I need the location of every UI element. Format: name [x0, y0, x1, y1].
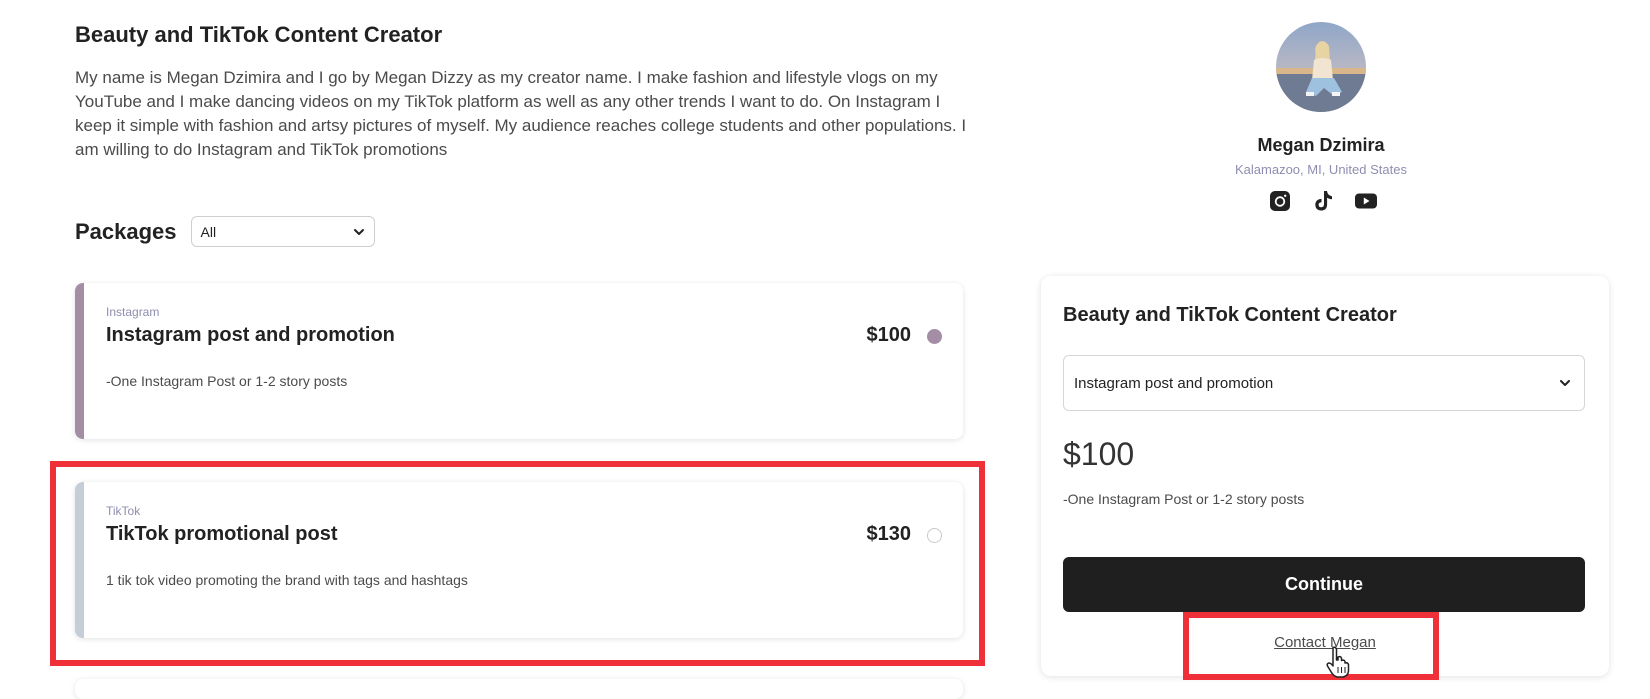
packages-heading: Packages: [75, 218, 177, 244]
package-select-value: Instagram post and promotion: [1074, 374, 1274, 392]
chevron-down-icon: [1560, 380, 1570, 386]
avatar-photo: [1276, 22, 1366, 112]
creator-name: Megan Dzimira: [1257, 135, 1385, 155]
package-card-partial[interactable]: [75, 679, 963, 699]
package-platform: TikTok: [106, 504, 141, 518]
youtube-icon[interactable]: [1354, 189, 1378, 213]
package-card-instagram[interactable]: Instagram Instagram post and promotion $…: [75, 283, 963, 439]
avatar: [1276, 22, 1366, 112]
booking-price: $100: [1063, 436, 1135, 472]
booking-title: Beauty and TikTok Content Creator: [1063, 304, 1397, 326]
package-name: Instagram post and promotion: [106, 324, 395, 346]
package-select[interactable]: Instagram post and promotion: [1063, 355, 1585, 411]
tiktok-icon[interactable]: [1311, 189, 1335, 213]
package-stripe: [75, 283, 84, 439]
creator-bio: My name is Megan Dzimira and I go by Meg…: [75, 68, 967, 159]
package-price: $130: [866, 523, 912, 545]
chevron-down-icon: [353, 228, 364, 235]
package-filter-select[interactable]: All: [190, 216, 375, 247]
continue-button[interactable]: Continue: [1063, 557, 1585, 612]
package-platform: Instagram: [106, 305, 160, 319]
booking-description: -One Instagram Post or 1-2 story posts: [1063, 491, 1305, 507]
package-radio-selected[interactable]: [927, 329, 942, 344]
package-description: -One Instagram Post or 1-2 story posts: [106, 373, 348, 389]
package-stripe: [75, 482, 84, 638]
packages-header: Packages All: [75, 216, 375, 247]
contact-creator-link[interactable]: Contact Megan: [1041, 634, 1609, 651]
package-description: 1 tik tok video promoting the brand with…: [106, 572, 468, 588]
package-card-tiktok[interactable]: TikTok TikTok promotional post $130 1 ti…: [75, 482, 963, 638]
package-filter-value: All: [200, 223, 217, 240]
package-radio[interactable]: [927, 528, 942, 543]
social-links: [1268, 189, 1378, 213]
package-price: $100: [866, 324, 912, 346]
booking-card: Beauty and TikTok Content Creator Instag…: [1041, 276, 1609, 676]
page-title: Beauty and TikTok Content Creator: [75, 22, 443, 47]
creator-location: Kalamazoo, MI, United States: [1235, 162, 1407, 177]
instagram-icon[interactable]: [1268, 189, 1292, 213]
package-name: TikTok promotional post: [106, 523, 338, 545]
